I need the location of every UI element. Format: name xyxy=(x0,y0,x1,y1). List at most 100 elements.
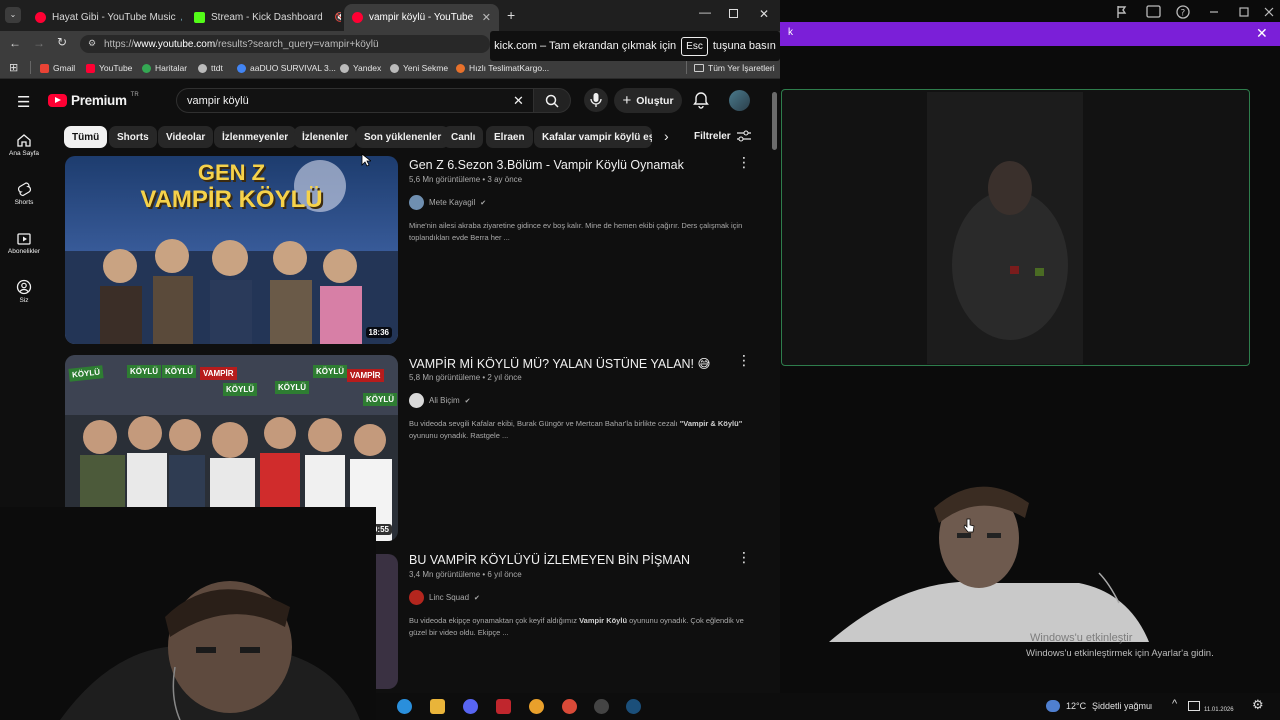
explorer-icon[interactable] xyxy=(430,699,445,714)
chrome-icon[interactable] xyxy=(529,699,544,714)
address-bar[interactable]: ⚙ https://www.youtube.com/results?search… xyxy=(80,35,490,53)
scrollbar[interactable] xyxy=(772,92,777,150)
svg-text:?: ? xyxy=(1181,9,1186,19)
chrome-beta-icon[interactable] xyxy=(562,699,577,714)
search-button[interactable] xyxy=(533,88,571,113)
chip-live[interactable]: Canlı xyxy=(443,126,484,148)
chip-unwatched[interactable]: İzlenmeyenler xyxy=(214,126,297,148)
site-info-icon[interactable]: ⚙ xyxy=(88,38,96,49)
globe-icon xyxy=(390,63,399,73)
tab-title: Hayat Gibi - YouTube Music xyxy=(52,12,176,23)
search-icon xyxy=(545,94,559,108)
webcam-overlay xyxy=(0,507,376,720)
notifications-bell-icon[interactable] xyxy=(692,91,710,109)
youtube-logo[interactable]: Premium TR xyxy=(48,92,139,108)
channel-avatar xyxy=(409,195,424,210)
nav-you[interactable]: Siz xyxy=(0,279,48,304)
tab-youtube-search[interactable]: vampir köylü - YouTube ✕ xyxy=(344,4,499,31)
screen-icon[interactable] xyxy=(1188,701,1200,711)
more-options-icon[interactable]: ⋮ xyxy=(737,352,751,369)
video-thumbnail[interactable]: GEN Z VAMPİR KÖYLÜ 18:36 xyxy=(65,156,398,344)
thumbnail-sign: KÖYLÜ xyxy=(127,365,161,378)
chip-label: Shorts xyxy=(117,131,149,143)
channel-avatar xyxy=(409,393,424,408)
plus-icon: + xyxy=(622,92,632,109)
nav-subscriptions[interactable]: Abonelikler xyxy=(0,230,48,255)
chip-watched[interactable]: İzlenenler xyxy=(294,126,357,148)
video-description: Bu videoda sevgili Kafalar ekibi, Burak … xyxy=(409,418,754,442)
bookmark-label: ttdt xyxy=(211,63,223,73)
all-bookmarks[interactable]: Tüm Yer İşaretleri xyxy=(694,63,775,73)
bookmark-yeni-sekme[interactable]: Yeni Sekme xyxy=(390,63,448,73)
edge-icon[interactable] xyxy=(397,699,412,714)
description-text: oyununu oynadık. Rastgele ... xyxy=(409,431,509,440)
tray-chevron-icon[interactable]: ^ xyxy=(1172,698,1177,710)
webcam-image xyxy=(789,393,1234,642)
clear-search-icon[interactable]: ✕ xyxy=(513,93,524,109)
forward-icon[interactable]: → xyxy=(33,36,45,50)
bookmark-maps[interactable]: Haritalar xyxy=(142,63,187,73)
search-input[interactable]: vampir köylü ✕ xyxy=(176,88,534,113)
channel-info[interactable]: Linc Squad ✔ xyxy=(409,590,480,605)
filters-button[interactable]: Filtreler xyxy=(694,130,751,142)
channel-info[interactable]: Ali Biçim ✔ xyxy=(409,393,471,408)
nav-label: Ana Sayfa xyxy=(9,150,39,157)
more-options-icon[interactable]: ⋮ xyxy=(737,154,751,171)
shorts-icon xyxy=(17,182,32,197)
view-count: 5,6 Mn görüntüleme xyxy=(409,175,481,184)
more-options-icon[interactable]: ⋮ xyxy=(737,549,751,566)
close-icon[interactable]: ✕ xyxy=(1256,25,1268,42)
bookmark-youtube[interactable]: YouTube xyxy=(86,63,132,73)
minimize-icon[interactable]: — xyxy=(699,5,711,19)
maximize-icon[interactable] xyxy=(729,9,738,18)
webcam-preview-top xyxy=(781,89,1250,366)
discord-icon[interactable] xyxy=(463,699,478,714)
gmail-icon xyxy=(40,63,49,73)
verified-icon: ✔ xyxy=(464,397,471,405)
tab-youtube-music[interactable]: Hayat Gibi - YouTube Music 🔊 ✕ xyxy=(27,4,182,31)
voice-search-button[interactable] xyxy=(584,88,608,112)
folder-icon xyxy=(694,64,704,72)
channel-info[interactable]: Mete Kayagil ✔ xyxy=(409,195,486,210)
chip-recent[interactable]: Son yüklenenler xyxy=(356,126,450,148)
bookmark-yandex[interactable]: Yandex xyxy=(340,63,381,73)
youtube-music-icon xyxy=(35,12,46,23)
chip-kafalar[interactable]: Kafalar vampir köylü eşle xyxy=(534,126,652,148)
video-description: Mine'nin ailesi akraba ziyaretine gidinc… xyxy=(409,221,743,242)
bookmark-gmail[interactable]: Gmail xyxy=(40,63,75,73)
reload-icon[interactable]: ↻ xyxy=(57,35,67,49)
avatar[interactable] xyxy=(729,90,750,111)
nav-home[interactable]: Ana Sayfa xyxy=(0,132,48,157)
bookmark-kargo[interactable]: Hızlı TeslimatKargo... xyxy=(456,63,549,73)
steam-icon[interactable] xyxy=(626,699,641,714)
youtube-icon xyxy=(86,63,95,73)
video-title[interactable]: Gen Z 6.Sezon 3.Bölüm - Vampir Köylü Oyn… xyxy=(409,158,684,172)
settings-icon[interactable]: ⚙ xyxy=(1252,697,1264,713)
close-tab-icon[interactable]: ✕ xyxy=(482,11,491,24)
description-highlight: Vampir Köylü xyxy=(579,616,628,625)
user-icon xyxy=(16,279,32,295)
apps-grid-icon[interactable]: ⊞ xyxy=(9,61,18,74)
tab-kick-dashboard[interactable]: Stream - Kick Dashboard 🔇 ✕ xyxy=(186,4,341,31)
nav-shorts[interactable]: Shorts xyxy=(0,181,48,206)
chip-all[interactable]: Tümü xyxy=(64,126,108,148)
bookmark-ttdt[interactable]: ttdt xyxy=(198,63,223,73)
menu-icon[interactable]: ☰ xyxy=(17,93,30,111)
chevron-right-icon[interactable]: › xyxy=(664,128,669,144)
create-button[interactable]: + Oluştur xyxy=(614,88,682,113)
bookmark-label: Yandex xyxy=(353,63,382,73)
bookmark-aaduo[interactable]: aaDUO SURVIVAL 3... xyxy=(237,63,336,73)
chip-elraen[interactable]: Elraen xyxy=(486,126,533,148)
back-icon[interactable]: ← xyxy=(9,36,21,50)
video-title[interactable]: BU VAMPİR KÖYLÜYÜ İZLEMEYEN BİN PİŞMAN xyxy=(409,553,690,567)
chip-shorts[interactable]: Shorts xyxy=(109,126,157,148)
close-window-icon[interactable]: ✕ xyxy=(759,7,769,21)
webcam-image xyxy=(927,92,1083,364)
obs-icon[interactable] xyxy=(594,699,609,714)
chip-videos[interactable]: Videolar xyxy=(158,126,214,148)
tab-search-icon[interactable]: ⌄ xyxy=(5,7,21,23)
winrar-icon[interactable] xyxy=(496,699,511,714)
new-tab-icon[interactable]: + xyxy=(507,7,515,23)
window-controls-icons[interactable]: ? xyxy=(1110,4,1280,20)
video-title[interactable]: VAMPİR Mİ KÖYLÜ MÜ? YALAN ÜSTÜNE YALAN! … xyxy=(409,356,711,371)
